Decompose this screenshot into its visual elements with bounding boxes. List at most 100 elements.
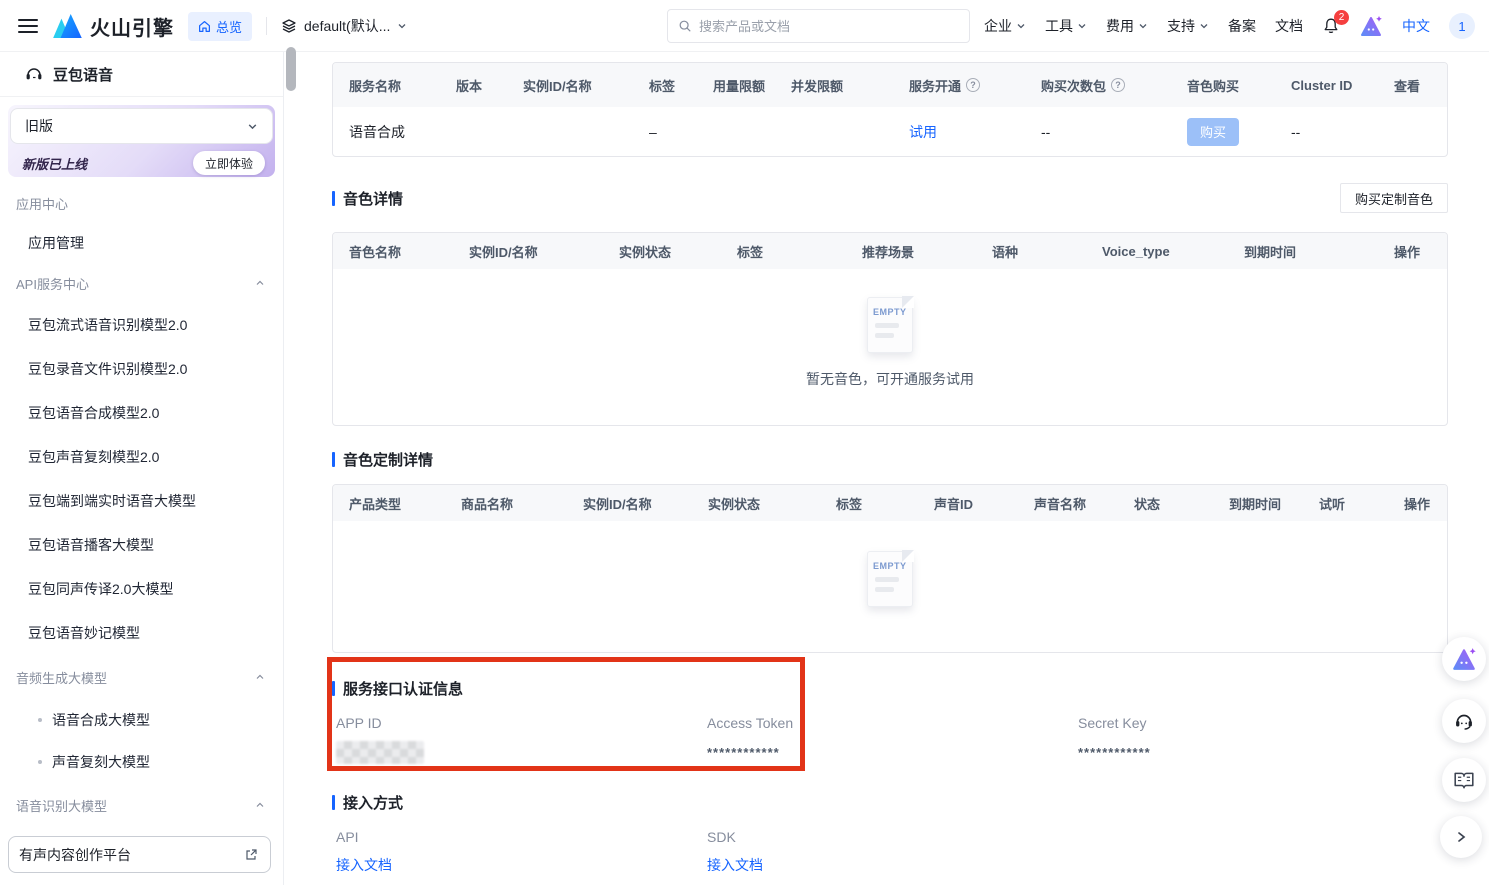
access-token-value: ************: [707, 745, 780, 760]
sidebar-title: 豆包语音: [53, 64, 113, 85]
notification-badge: 2: [1334, 10, 1349, 25]
col-language: 语种: [976, 242, 1086, 261]
chevron-up-icon[interactable]: [255, 278, 265, 288]
col-actions: 操作: [1388, 494, 1447, 513]
app-id-masked-value: [336, 741, 424, 764]
ai-assistant-icon[interactable]: [1359, 15, 1383, 37]
ai-mountain-icon: [1451, 647, 1477, 671]
chevron-down-icon: [397, 21, 407, 31]
col-expire-time: 到期时间: [1228, 242, 1378, 261]
nav-menu-billing[interactable]: 费用: [1106, 16, 1148, 36]
empty-state-text: 暂无音色，可开通服务试用: [806, 369, 974, 389]
version-select[interactable]: 旧版: [10, 108, 273, 144]
group-audio-gen[interactable]: 音频生成大模型: [0, 655, 283, 699]
col-sound-name: 声音名称: [1018, 494, 1118, 513]
nav-menu-tools[interactable]: 工具: [1045, 16, 1087, 36]
sidebar-item-app-manage[interactable]: 应用管理: [0, 223, 283, 263]
docs-fab[interactable]: [1442, 758, 1486, 802]
nav-menu-docs[interactable]: 文档: [1275, 16, 1303, 36]
sdk-doc-link[interactable]: 接入文档: [707, 855, 1078, 875]
ai-assistant-fab[interactable]: [1442, 637, 1486, 681]
title-accent-bar: [332, 795, 335, 810]
sidebar-item-tts-2[interactable]: 豆包语音合成模型2.0: [0, 391, 283, 435]
table-row: 语音合成 – 试用 -- 购买 --: [333, 107, 1447, 156]
sidebar-item-voice-clone-2[interactable]: 豆包声音复刻模型2.0: [0, 435, 283, 479]
layers-icon: [281, 18, 297, 34]
sidebar-item-podcast[interactable]: 豆包语音播客大模型: [0, 523, 283, 567]
sidebar: 豆包语音 旧版 新版已上线 立即体验 应用中心 应用管理 API服务中心 豆包流…: [0, 52, 284, 885]
buy-custom-voice-button[interactable]: 购买定制音色: [1340, 183, 1448, 213]
col-status: 状态: [1118, 494, 1213, 513]
sidebar-item-clone-large[interactable]: 声音复刻大模型: [0, 741, 283, 783]
main-content: 服务名称 版本 实例ID/名称 标签 用量限额 并发限额 服务开通 ? 购买次数…: [284, 52, 1489, 885]
app-id-label: APP ID: [336, 715, 707, 731]
nav-divider: [266, 17, 267, 35]
col-voice-name: 音色名称: [333, 242, 453, 261]
nav-menu-enterprise[interactable]: 企业: [984, 16, 1026, 36]
group-asr[interactable]: 语音识别大模型: [0, 783, 283, 827]
volcengine-logo[interactable]: 火山引擎: [52, 12, 174, 41]
col-instance-id: 实例ID/名称: [453, 242, 603, 261]
search-input[interactable]: [699, 19, 959, 34]
col-scene: 推荐场景: [846, 242, 976, 261]
brand-name: 火山引擎: [90, 12, 174, 41]
version-banner: 旧版 新版已上线 立即体验: [8, 105, 275, 177]
sdk-label: SDK: [707, 829, 1078, 845]
home-icon: [198, 20, 211, 33]
access-token-field: Access Token ************: [707, 715, 1078, 764]
sidebar-item-streaming-asr-2[interactable]: 豆包流式语音识别模型2.0: [0, 303, 283, 347]
workspace-name: default(默认...: [304, 16, 390, 36]
sidebar-menu: 应用中心 应用管理 API服务中心 豆包流式语音识别模型2.0 豆包录音文件识别…: [0, 177, 283, 863]
notification-bell-icon[interactable]: 2: [1322, 17, 1340, 35]
scrollbar-thumb[interactable]: [286, 47, 296, 91]
chevron-down-icon: [1199, 21, 1209, 31]
secret-key-value: ************: [1078, 745, 1151, 760]
voice-detail-table: 音色名称 实例ID/名称 实例状态 标签 推荐场景 语种 Voice_type …: [332, 232, 1448, 426]
buy-button[interactable]: 购买: [1187, 118, 1239, 146]
avatar[interactable]: 1: [1449, 13, 1475, 39]
title-accent-bar: [332, 191, 335, 206]
headset-icon: [1453, 710, 1475, 732]
help-icon[interactable]: ?: [1111, 78, 1125, 92]
sidebar-item-tts-large[interactable]: 语音合成大模型: [0, 699, 283, 741]
col-audition: 试听: [1303, 494, 1388, 513]
global-search: [667, 9, 970, 43]
help-icon[interactable]: ?: [966, 78, 980, 92]
try-new-version-button[interactable]: 立即体验: [193, 151, 265, 175]
audio-content-platform-link[interactable]: 有声内容创作平台: [8, 836, 271, 873]
cell-package: --: [1025, 124, 1171, 140]
section-api-center: API服务中心: [0, 263, 283, 303]
chevron-down-icon: [247, 121, 258, 132]
voice-detail-title: 音色详情: [332, 188, 403, 209]
api-doc-link[interactable]: 接入文档: [336, 855, 707, 875]
secret-key-label: Secret Key: [1078, 715, 1448, 731]
col-instance-id: 实例ID/名称: [567, 494, 692, 513]
language-switch[interactable]: 中文: [1402, 16, 1430, 36]
section-app-center: 应用中心: [0, 183, 283, 223]
hamburger-menu-icon[interactable]: [18, 19, 38, 33]
col-voice-purchase: 音色购买: [1171, 76, 1275, 95]
bullet-dot: [38, 760, 42, 764]
sidebar-item-file-asr-2[interactable]: 豆包录音文件识别模型2.0: [0, 347, 283, 391]
sidebar-item-miaoji[interactable]: 豆包语音妙记模型: [0, 611, 283, 655]
support-fab[interactable]: [1442, 699, 1486, 743]
collapse-fab[interactable]: [1440, 816, 1482, 858]
sidebar-item-e2e-realtime[interactable]: 豆包端到端实时语音大模型: [0, 479, 283, 523]
chevron-down-icon: [1016, 21, 1026, 31]
voice-detail-header: 音色名称 实例ID/名称 实例状态 标签 推荐场景 语种 Voice_type …: [333, 233, 1447, 269]
service-table-header: 服务名称 版本 实例ID/名称 标签 用量限额 并发限额 服务开通 ? 购买次数…: [333, 63, 1447, 107]
overview-nav-button[interactable]: 总览: [188, 12, 252, 41]
col-tag: 标签: [633, 76, 697, 95]
sidebar-item-simul-translate[interactable]: 豆包同声传译2.0大模型: [0, 567, 283, 611]
col-instance-id: 实例ID/名称: [507, 76, 633, 95]
workspace-selector[interactable]: default(默认...: [281, 16, 407, 36]
overview-label: 总览: [216, 17, 242, 36]
trial-link[interactable]: 试用: [909, 124, 937, 140]
nav-menu-icp[interactable]: 备案: [1228, 16, 1256, 36]
api-label: API: [336, 829, 707, 845]
app-id-field: APP ID: [336, 715, 707, 764]
chevron-up-icon: [255, 672, 265, 682]
nav-menu-support[interactable]: 支持: [1167, 16, 1209, 36]
bullet-dot: [38, 718, 42, 722]
col-voice-type: Voice_type: [1086, 244, 1228, 259]
